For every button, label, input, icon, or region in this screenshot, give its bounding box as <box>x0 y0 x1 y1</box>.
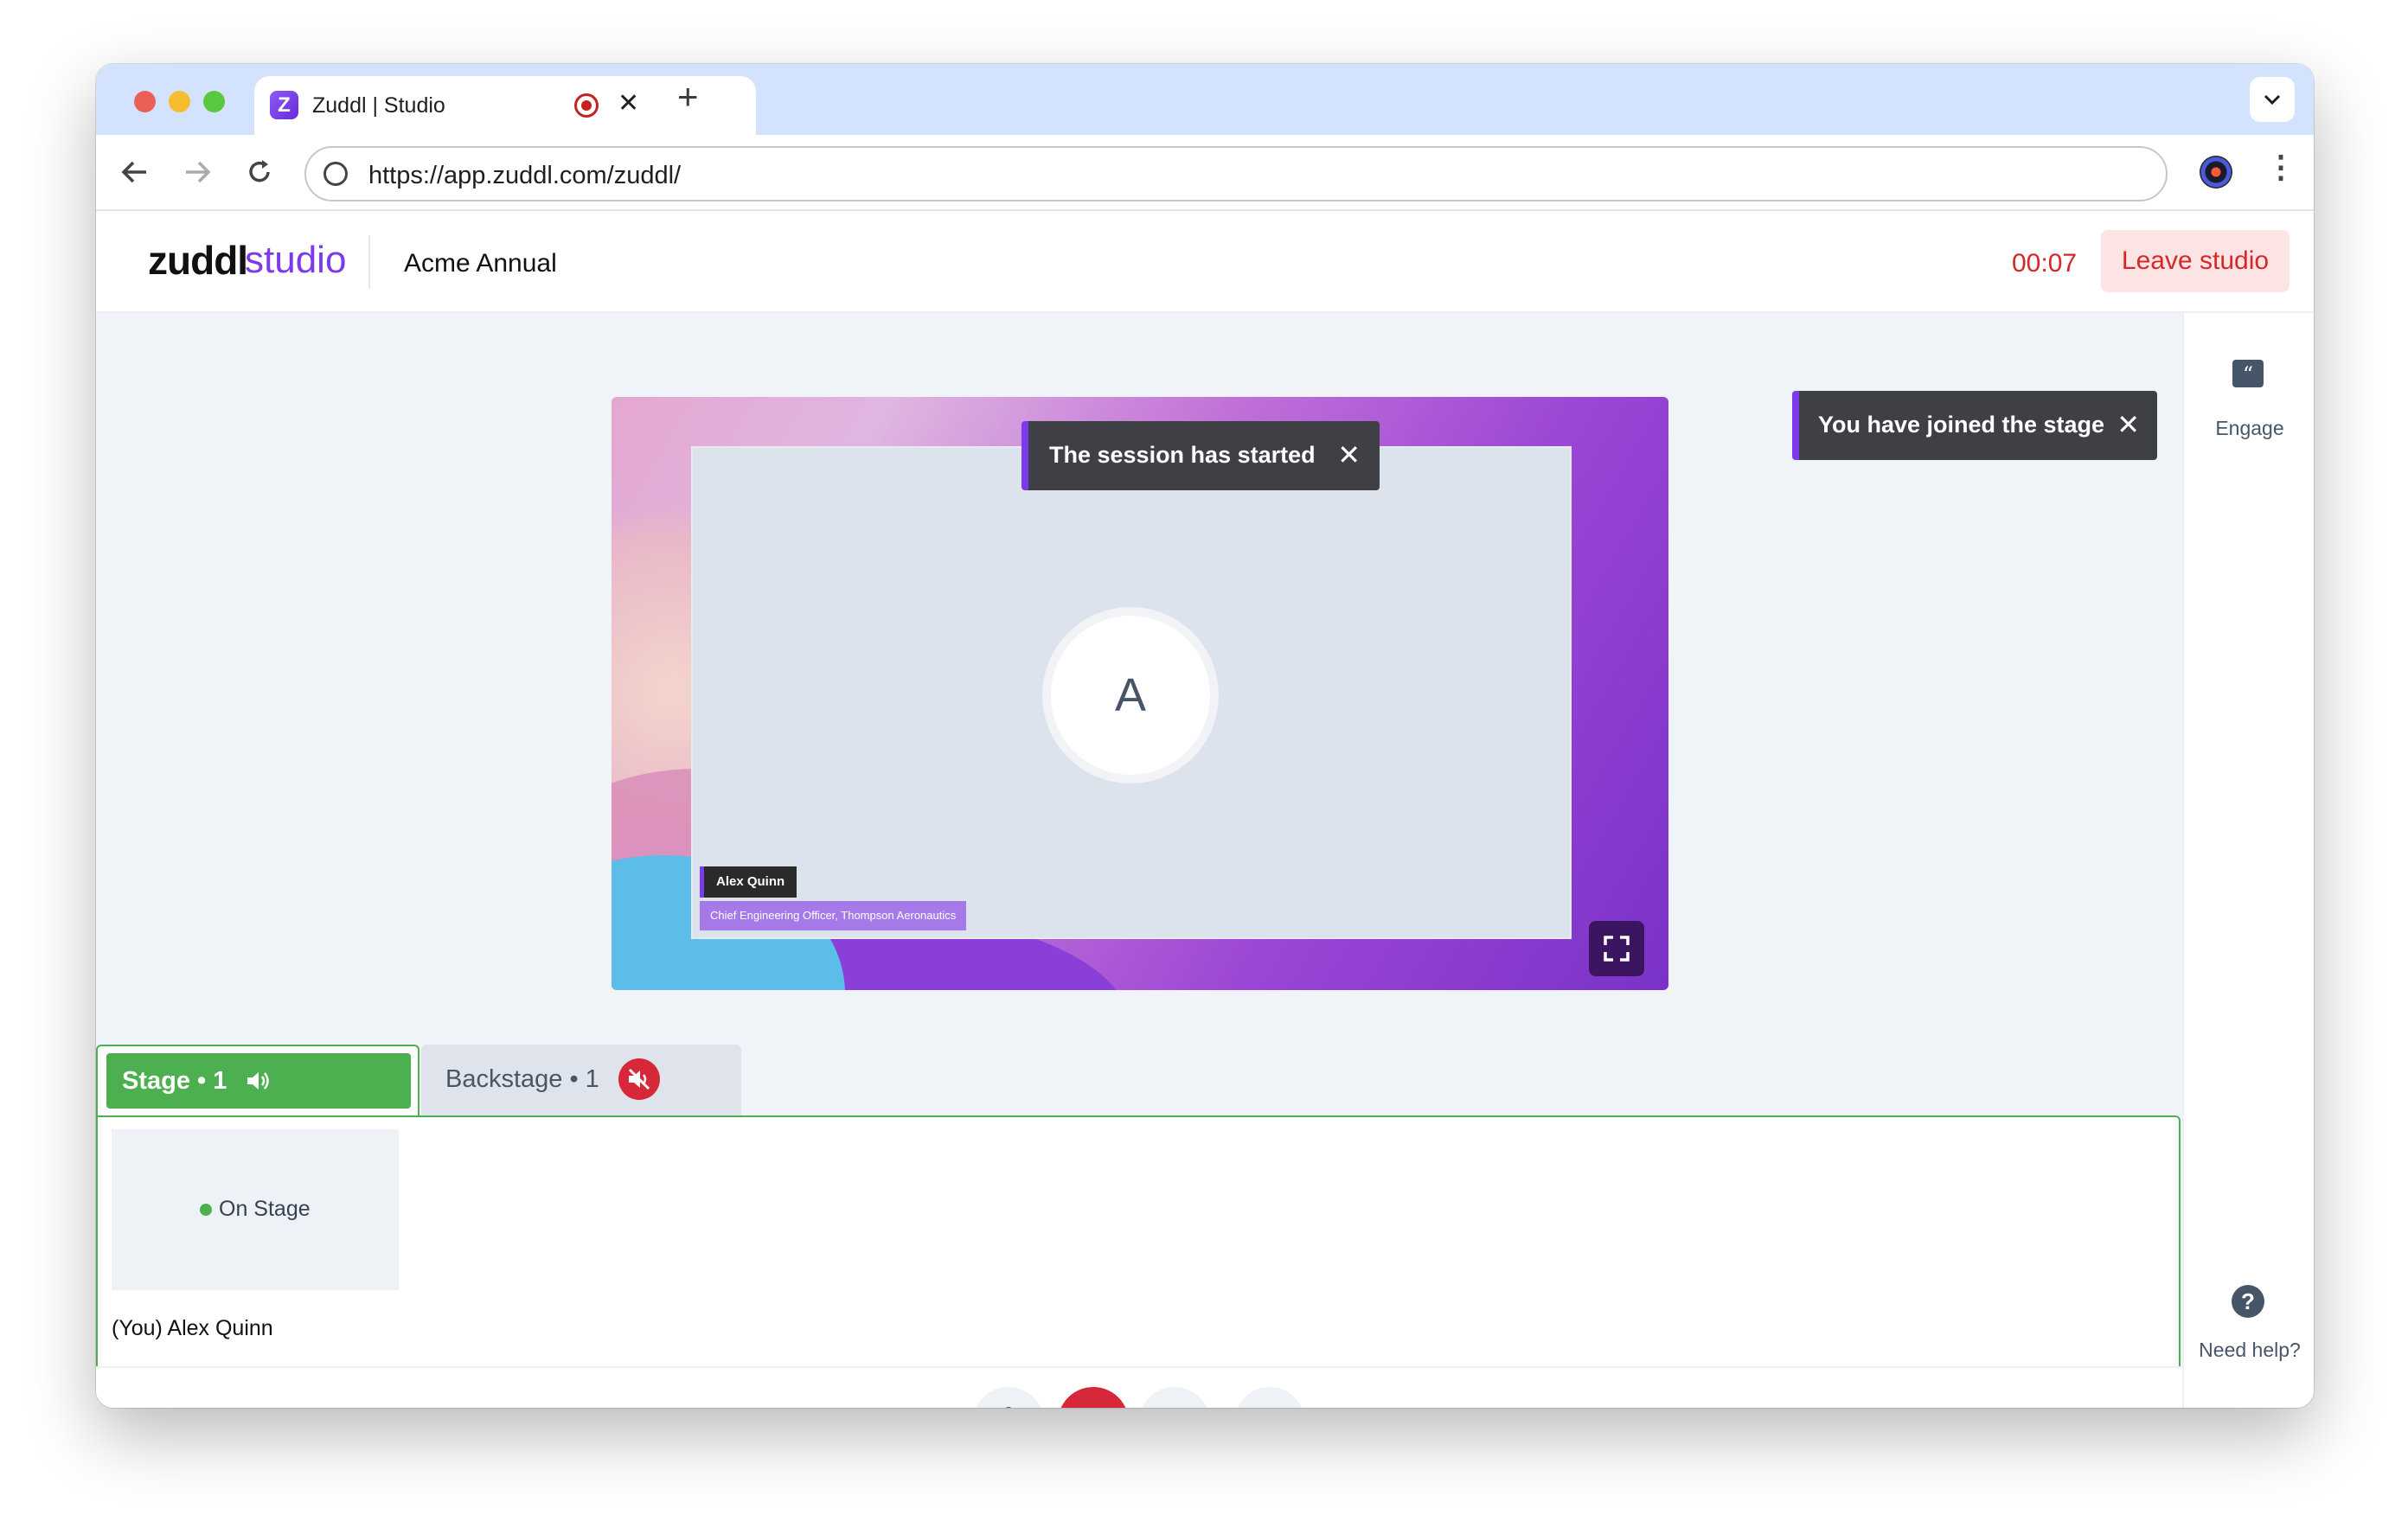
stage-preview: A Alex Quinn Chief Engineering Officer, … <box>612 397 1668 990</box>
studio-main: A Alex Quinn Chief Engineering Officer, … <box>96 313 2182 1408</box>
camera-toggle-button[interactable] <box>1058 1387 1129 1408</box>
status-dot <box>200 1204 212 1216</box>
close-window-button[interactable] <box>134 91 156 112</box>
settings-icon <box>1254 1407 1285 1408</box>
header-divider <box>368 235 370 289</box>
help-icon[interactable]: ? <box>2232 1285 2264 1318</box>
minimize-window-button[interactable] <box>169 91 190 112</box>
tab-title: Zuddl | Studio <box>312 93 445 118</box>
logo-studio: studio <box>245 239 347 281</box>
speaker-icon <box>247 1072 269 1090</box>
tab-stage[interactable]: Stage • 1 <box>96 1045 419 1117</box>
participant-tile[interactable]: On Stage <box>112 1129 399 1290</box>
url-text[interactable]: https://app.zuddl.com/zuddl/ <box>368 162 681 190</box>
quote-icon[interactable]: “ <box>2232 360 2264 387</box>
microphone-button[interactable] <box>973 1387 1044 1408</box>
chevron-down-icon <box>2264 94 2281 105</box>
toast-message: The session has started <box>1049 442 1316 468</box>
browser-window: Z Zuddl | Studio ✕ + https://app.zuddl.c… <box>96 64 2314 1408</box>
close-icon[interactable]: ✕ <box>1337 438 1361 471</box>
settings-button[interactable] <box>1234 1387 1305 1408</box>
media-controls <box>96 1366 2182 1408</box>
kebab-menu-icon[interactable]: ⋮ <box>2265 149 2296 185</box>
tab-stage-label: Stage • 1 <box>122 1067 227 1095</box>
event-name: Acme Annual <box>404 249 557 278</box>
session-started-toast: The session has started ✕ <box>1021 421 1380 490</box>
back-arrow-icon[interactable] <box>120 159 150 185</box>
tab-backstage-label: Backstage • 1 <box>445 1065 599 1093</box>
fullscreen-button[interactable] <box>1589 921 1644 976</box>
tab-search-button[interactable] <box>2250 77 2295 122</box>
recording-icon <box>574 93 599 118</box>
app-header: zuddl studio Acme Annual 00:07 Leave stu… <box>96 211 2314 313</box>
joined-stage-toast: You have joined the stage ✕ <box>1792 391 2157 460</box>
browser-toolbar: https://app.zuddl.com/zuddl/ ⋮ <box>96 135 2314 211</box>
fullscreen-icon <box>1604 936 1630 962</box>
toast-message: You have joined the stage <box>1818 412 2105 438</box>
logo-wordmark: zuddl <box>148 238 248 283</box>
address-bar[interactable]: https://app.zuddl.com/zuddl/ <box>304 146 2168 201</box>
speaker-title-tag: Chief Engineering Officer, Thompson Aero… <box>700 901 967 930</box>
muted-speaker-icon <box>618 1058 660 1100</box>
profile-avatar-icon[interactable] <box>2200 156 2232 189</box>
close-icon[interactable]: ✕ <box>2117 408 2140 441</box>
speaker-name-tag: Alex Quinn <box>700 866 797 898</box>
new-tab-button[interactable]: + <box>677 79 699 115</box>
maximize-window-button[interactable] <box>203 91 225 112</box>
participant-status: On Stage <box>219 1197 311 1221</box>
speaker-video-tile: A Alex Quinn Chief Engineering Officer, … <box>691 446 1572 939</box>
leave-studio-button[interactable]: Leave studio <box>2101 230 2290 292</box>
screen-share-icon <box>1157 1407 1192 1408</box>
participant-name: (You) Alex Quinn <box>112 1316 273 1340</box>
stage-participants-panel: On Stage (You) Alex Quinn <box>96 1115 2181 1366</box>
reload-icon[interactable] <box>245 157 274 187</box>
forward-arrow-icon[interactable] <box>183 159 212 185</box>
right-sidebar: “ Engage ? Need help? <box>2182 313 2314 1408</box>
session-timer: 00:07 <box>2012 249 2078 278</box>
microphone-icon <box>1005 1407 1012 1408</box>
zuddl-favicon-icon: Z <box>270 91 298 119</box>
engage-label[interactable]: Engage <box>2184 417 2314 440</box>
speaker-avatar: A <box>1042 607 1219 783</box>
tab-stage-label-box: Stage • 1 <box>106 1053 411 1109</box>
tab-backstage[interactable]: Backstage • 1 <box>421 1045 741 1117</box>
screen-share-button[interactable] <box>1139 1387 1210 1408</box>
help-label[interactable]: Need help? <box>2184 1339 2314 1362</box>
tab-close-icon[interactable]: ✕ <box>618 88 639 118</box>
globe-icon <box>323 162 348 186</box>
tab-strip: Z Zuddl | Studio ✕ + <box>96 64 2314 135</box>
